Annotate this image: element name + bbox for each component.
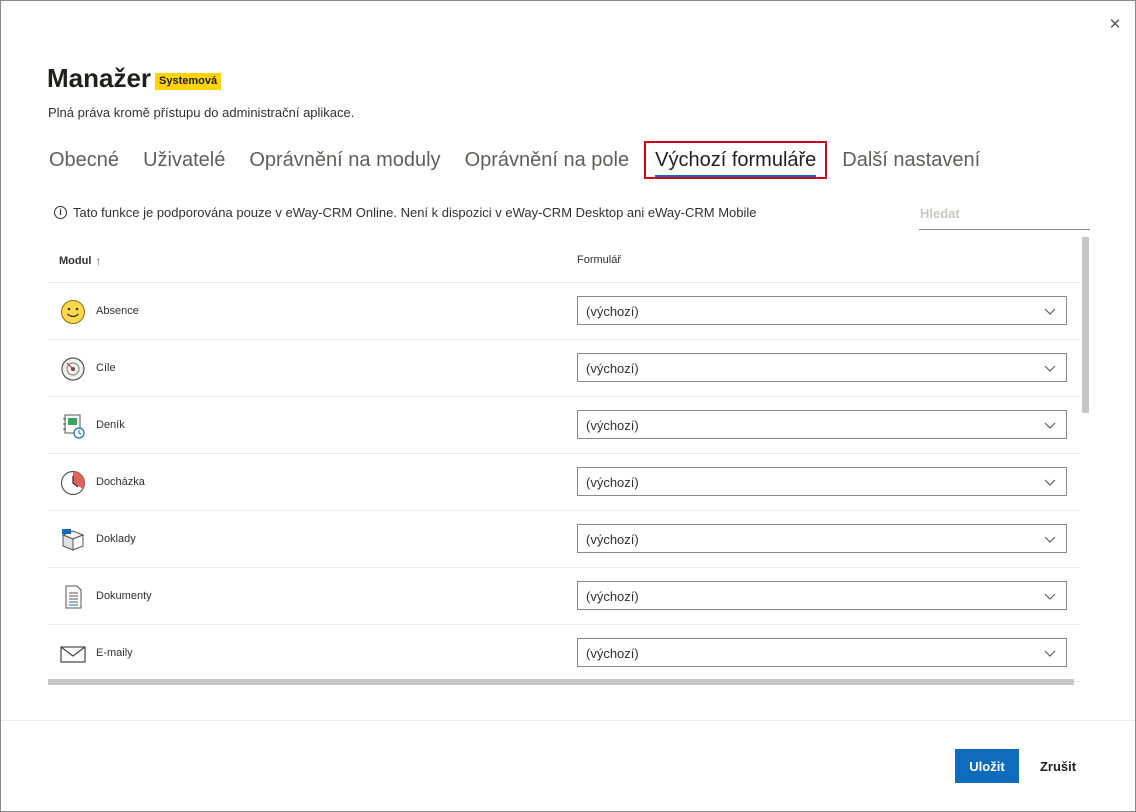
module-name: E-maily [96,647,133,659]
target-icon [61,357,85,381]
envelope-icon [60,646,86,663]
chevron-down-icon [1044,639,1056,668]
system-badge: Systemová [155,73,222,90]
smiley-icon [61,300,85,324]
document-icon [65,585,82,609]
tab-default-forms[interactable]: Výchozí formuláře [644,141,828,179]
table-row: Docházka (výchozí) [48,454,1080,511]
table-row: Dokumenty (výchozí) [48,568,1080,625]
table-row: Absence (výchozí) [48,283,1080,340]
module-name: Doklady [96,533,136,545]
form-select[interactable]: (výchozí) [577,353,1067,382]
search-input[interactable] [919,197,1090,230]
footer-divider [1,720,1135,721]
tab-bar: Obecné Uživatelé Oprávnění na moduly Opr… [40,141,995,179]
form-select[interactable]: (výchozí) [577,296,1067,325]
tab-field-permissions[interactable]: Oprávnění na pole [456,141,639,179]
box-icon [61,529,85,551]
form-select[interactable]: (výchozí) [577,410,1067,439]
table-row: Doklady (výchozí) [48,511,1080,568]
notice-text: Tato funkce je podporována pouze v eWay-… [73,205,757,220]
tab-module-permissions[interactable]: Oprávnění na moduly [240,141,449,179]
chevron-down-icon [1044,354,1056,383]
horizontal-scrollbar[interactable] [48,679,1074,685]
module-name: Docházka [96,476,145,488]
tab-other-settings[interactable]: Další nastavení [833,141,989,179]
form-select[interactable]: (výchozí) [577,581,1067,610]
save-button[interactable]: Uložit [955,749,1019,783]
module-name: Absence [96,305,139,317]
dialog-title: Manažer [47,63,152,93]
table-row: Deník (výchozí) [48,397,1080,454]
vertical-scrollbar[interactable] [1082,237,1089,413]
role-dialog: ✕ Manažer Systemová Plná práva kromě pří… [0,0,1136,812]
form-select[interactable]: (výchozí) [577,467,1067,496]
table-header: Modul ↑ Formulář [48,239,1080,283]
tab-general[interactable]: Obecné [40,141,128,179]
form-select[interactable]: (výchozí) [577,524,1067,553]
chevron-down-icon [1044,411,1056,440]
dialog-subtitle: Plná práva kromě přístupu do administrač… [48,105,355,120]
table-row: Cíle (výchozí) [48,340,1080,397]
info-icon: i [54,206,67,219]
table-row: E-maily (výchozí) [48,625,1080,682]
tab-users[interactable]: Uživatelé [134,141,234,179]
module-name: Dokumenty [96,590,152,602]
chevron-down-icon [1044,297,1056,326]
close-icon[interactable]: ✕ [1105,15,1125,35]
module-name: Cíle [96,362,116,374]
module-name: Deník [96,419,125,431]
form-select[interactable]: (výchozí) [577,638,1067,667]
chevron-down-icon [1044,468,1056,497]
info-notice: i Tato funkce je podporována pouze v eWa… [54,205,756,220]
column-header-form[interactable]: Formulář [577,254,621,266]
default-forms-table: Modul ↑ Formulář Absence (výchozí) Cíle … [48,239,1080,687]
attendance-clock-icon [60,470,86,496]
cancel-button[interactable]: Zrušit [1027,749,1089,783]
title-row: Manažer Systemová [47,61,222,93]
column-header-module[interactable]: Modul ↑ [59,254,101,268]
chevron-down-icon [1044,525,1056,554]
sort-ascending-icon: ↑ [95,254,102,268]
chevron-down-icon [1044,582,1056,611]
journal-icon [63,414,85,439]
